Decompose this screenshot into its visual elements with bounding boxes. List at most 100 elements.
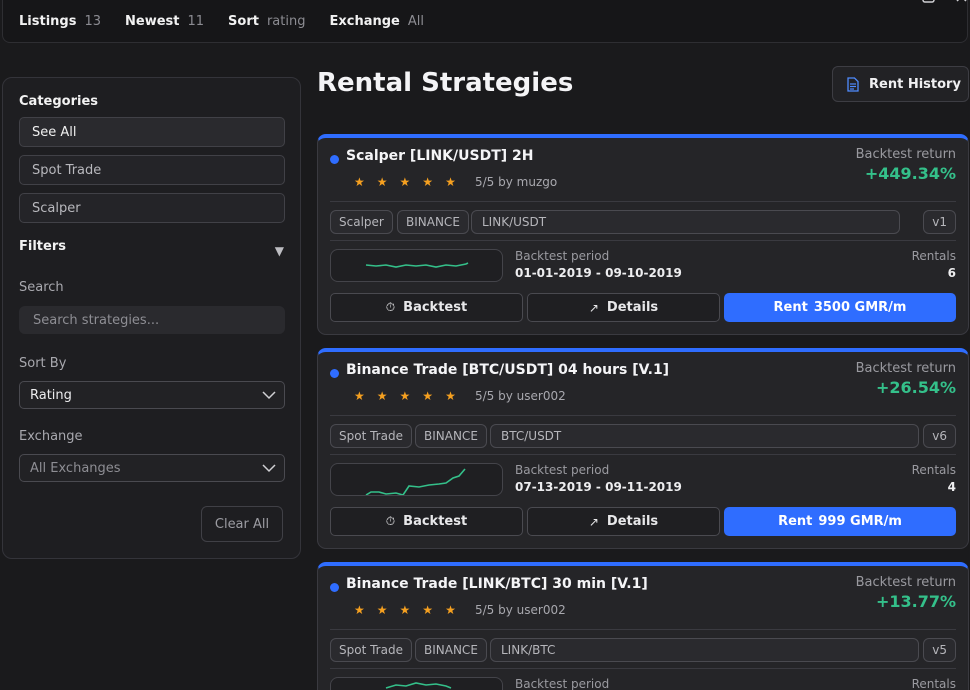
stat-key: Sort (228, 13, 259, 29)
stat-newest: Newest 11 (125, 14, 204, 29)
star-icon: ★ (445, 603, 456, 617)
backtest-period-value: 01-01-2019 - 09-10-2019 (515, 266, 682, 280)
return-label: Backtest return (855, 361, 956, 376)
divider (330, 240, 956, 241)
filters-title: Filters (19, 239, 66, 254)
tag-category: Scalper (330, 210, 393, 234)
return-label: Backtest return (855, 147, 956, 162)
chevron-down-icon (262, 390, 276, 399)
tag-exchange: BINANCE (397, 210, 469, 234)
search-label: Search (19, 280, 64, 295)
stopwatch-icon: ⏱ (385, 300, 396, 314)
arrow-up-right-icon: ↗ (588, 300, 599, 315)
stat-exchange: Exchange All (329, 14, 424, 29)
rating-author: 5/5 by muzgo (475, 175, 558, 189)
tag-pair: LINK/USDT (471, 210, 900, 234)
divider (330, 629, 956, 630)
stat-value: 13 (84, 13, 101, 29)
tag-exchange: BINANCE (415, 424, 487, 448)
star-icon: ★ (376, 603, 388, 617)
sparkline (330, 677, 503, 690)
maximize-icon[interactable] (921, 0, 937, 8)
rating-author: 5/5 by user002 (475, 603, 566, 617)
star-rating: ★ ★ ★ ★ ★ (354, 603, 468, 617)
divider (330, 415, 956, 416)
sort-select[interactable]: Rating (19, 381, 285, 409)
star-icon: ★ (399, 389, 411, 403)
backtest-period-value: 07-13-2019 - 09-11-2019 (515, 480, 682, 494)
rent-history-button[interactable]: Rent History (832, 66, 969, 102)
strategy-name[interactable]: Binance Trade [BTC/USDT] 04 hours [V.1] (346, 362, 669, 378)
rentals-label: Rentals (911, 463, 956, 477)
rent-button[interactable]: Rent 999 GMR/m (724, 507, 956, 536)
rentals-count: 6 (947, 266, 956, 280)
category-spot-trade[interactable]: Spot Trade (19, 155, 285, 185)
rent-button[interactable]: Rent 3500 GMR/m (724, 293, 956, 322)
strategy-card: Binance Trade [BTC/USDT] 04 hours [V.1] … (317, 348, 969, 549)
strategy-card: Scalper [LINK/USDT] 2H ★ ★ ★ ★ ★ 5/5 by muzg… (317, 134, 969, 335)
strategy-card: Binance Trade [LINK/BTC] 30 min [V.1] ★ ★… (317, 562, 969, 690)
exchange-select[interactable]: All Exchanges (19, 454, 285, 482)
search-input[interactable] (19, 306, 285, 334)
categories-title: Categories (19, 94, 99, 109)
return-label: Backtest return (855, 575, 956, 590)
tag-category: Spot Trade (330, 424, 412, 448)
star-rating: ★ ★ ★ ★ ★ (354, 175, 468, 189)
arrow-up-right-icon: ↗ (588, 514, 599, 529)
tag-exchange: BINANCE (415, 638, 487, 662)
exchange-label: Exchange (19, 429, 83, 444)
details-button[interactable]: ↗ Details (527, 507, 720, 536)
star-icon: ★ (399, 175, 411, 189)
rent-price: 3500 GMR/m (813, 300, 907, 315)
document-icon (847, 76, 859, 92)
details-button[interactable]: ↗ Details (527, 293, 720, 322)
tag-category: Spot Trade (330, 638, 412, 662)
status-dot (330, 155, 339, 164)
status-dot (330, 369, 339, 378)
divider (330, 668, 956, 669)
stopwatch-icon: ⏱ (385, 514, 396, 528)
rating-author: 5/5 by user002 (475, 389, 566, 403)
star-rating: ★ ★ ★ ★ ★ (354, 389, 468, 403)
category-scalper[interactable]: Scalper (19, 193, 285, 223)
backtest-button[interactable]: ⏱ Backtest (330, 507, 523, 536)
backtest-label: Backtest (403, 514, 468, 529)
minimize-icon[interactable] (887, 0, 903, 8)
star-icon: ★ (354, 389, 365, 403)
category-see-all[interactable]: See All (19, 117, 285, 147)
tag-version: v6 (923, 424, 956, 448)
star-icon: ★ (354, 175, 365, 189)
sort-select-value: Rating (30, 387, 72, 403)
details-label: Details (606, 300, 659, 315)
rentals-label: Rentals (911, 677, 956, 690)
sparkline (330, 463, 503, 496)
filters-header[interactable]: Filters ▼ (19, 239, 284, 258)
rentals-label: Rentals (911, 249, 956, 263)
top-stats-bar: Listings 13 Newest 11 Sort rating Exchan… (2, 0, 968, 43)
sparkline (330, 249, 503, 282)
star-icon: ★ (376, 175, 388, 189)
stat-key: Listings (19, 13, 77, 29)
stat-key: Exchange (329, 13, 400, 29)
tag-pair: BTC/USDT (490, 424, 919, 448)
tag-pair: LINK/BTC (490, 638, 919, 662)
star-icon: ★ (399, 603, 411, 617)
strategy-name[interactable]: Scalper [LINK/USDT] 2H (346, 148, 533, 164)
rent-price: 999 GMR/m (818, 514, 902, 529)
star-icon: ★ (422, 603, 434, 617)
divider (330, 454, 956, 455)
backtest-period-label: Backtest period (515, 249, 610, 263)
backtest-button[interactable]: ⏱ Backtest (330, 293, 523, 322)
strategy-name[interactable]: Binance Trade [LINK/BTC] 30 min [V.1] (346, 576, 648, 592)
close-icon[interactable] (955, 0, 969, 8)
caret-down-icon[interactable]: ▼ (275, 244, 284, 258)
rent-label: Rent (773, 300, 808, 315)
return-value: +13.77% (875, 592, 956, 611)
exchange-select-value: All Exchanges (30, 460, 121, 476)
backtest-label: Backtest (403, 300, 468, 315)
star-icon: ★ (445, 175, 456, 189)
stat-value: 11 (187, 13, 205, 29)
clear-all-button[interactable]: Clear All (201, 506, 283, 542)
return-value: +26.54% (875, 378, 956, 397)
stat-value: All (407, 13, 424, 29)
